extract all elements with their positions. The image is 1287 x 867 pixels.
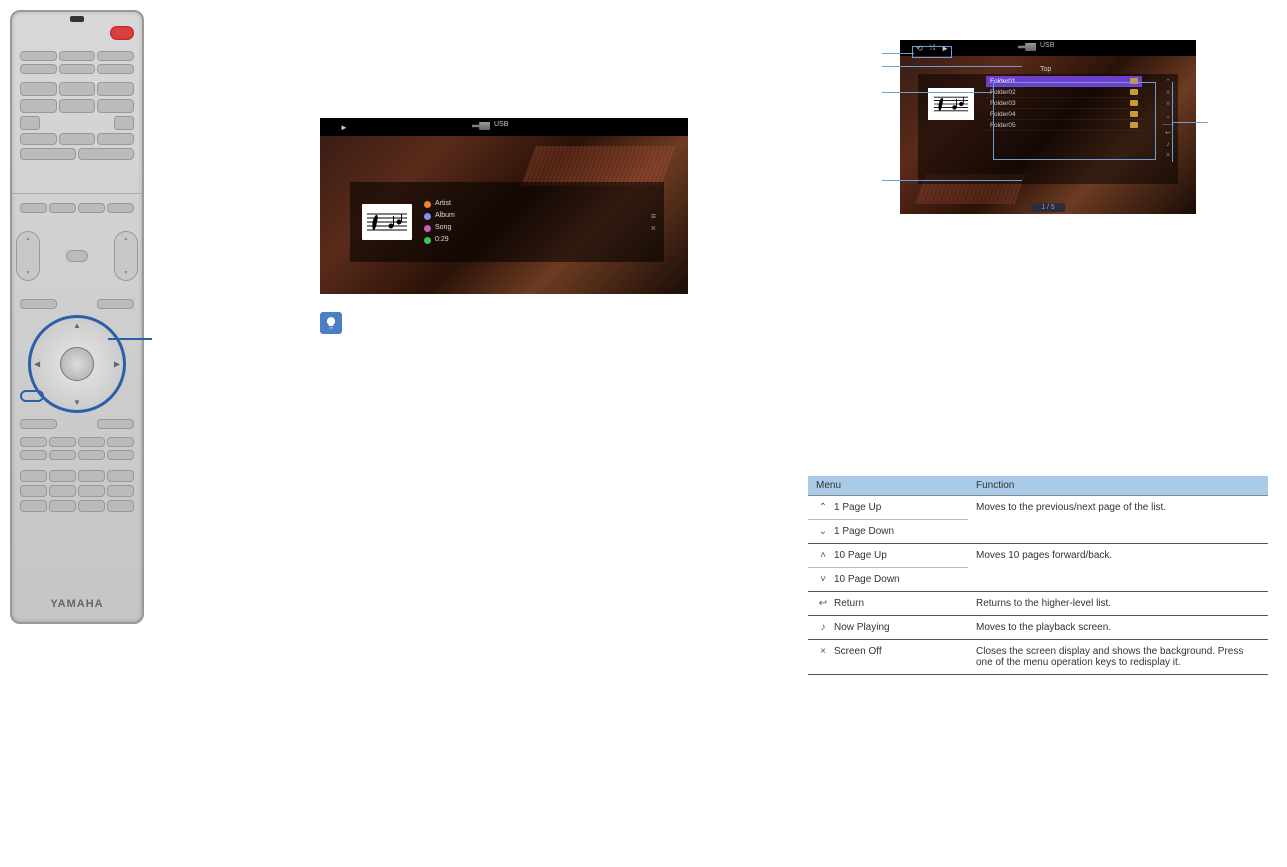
callout-line bbox=[1172, 122, 1208, 123]
menu-item-label: Screen Off bbox=[834, 646, 882, 657]
source-label: USB bbox=[494, 121, 508, 128]
menu-item-icon: ⌄ bbox=[816, 526, 830, 537]
panel-op-icons: ≡ × bbox=[651, 210, 656, 234]
menu-cell: × Screen Off bbox=[808, 640, 968, 675]
elapsed-time: 0:29 bbox=[435, 234, 449, 246]
menu-cell: ⌄ 1 Page Down bbox=[808, 520, 968, 544]
function-cell: Moves 10 pages forward/back. bbox=[968, 544, 1268, 592]
menu-cell: ˄ 10 Page Up bbox=[808, 544, 968, 568]
table-row: × Screen Off Closes the screen display and… bbox=[808, 640, 1268, 675]
menu-item-icon: ˅ bbox=[816, 574, 830, 585]
song-label: Song bbox=[435, 222, 451, 234]
ir-led bbox=[70, 16, 84, 22]
menu-cell: ♪ Now Playing bbox=[808, 616, 968, 640]
return-button-highlight bbox=[20, 390, 44, 402]
mute-button[interactable] bbox=[66, 250, 88, 262]
menu-cell: ˅ 10 Page Down bbox=[808, 568, 968, 592]
callout-line bbox=[882, 180, 1022, 181]
song-icon bbox=[424, 225, 431, 232]
now-playing-icon[interactable]: ♪ bbox=[1166, 141, 1170, 148]
cursor-left-icon: ◀ bbox=[34, 360, 40, 369]
table-row: ↩ Return Returns to the higher-level list. bbox=[808, 592, 1268, 616]
menu-icon[interactable]: ≡ bbox=[651, 210, 656, 222]
contents-list-callout-box bbox=[993, 82, 1156, 160]
menu-cell: ↩ Return bbox=[808, 592, 968, 616]
menu-item-icon: ˄ bbox=[816, 550, 830, 561]
remote-control: ▲ ▼ ◀ ▶ YAMAHA bbox=[10, 10, 144, 624]
list-name: Top bbox=[1040, 66, 1051, 73]
table-header-function: Function bbox=[968, 476, 1268, 496]
track-metadata: Artist Album Song 0:29 bbox=[424, 198, 455, 246]
power-button[interactable] bbox=[110, 26, 134, 40]
volume-rocker[interactable] bbox=[114, 231, 138, 281]
page-top-icon[interactable]: ⌃ bbox=[1165, 78, 1171, 86]
close-icon[interactable]: × bbox=[651, 222, 656, 234]
artist-label: Artist bbox=[435, 198, 451, 210]
cursor-up-icon: ▲ bbox=[73, 321, 81, 330]
menu-item-label: Return bbox=[834, 598, 864, 609]
return-icon[interactable]: ↩ bbox=[1165, 129, 1171, 137]
brand-logo: YAMAHA bbox=[12, 598, 142, 610]
remote-mid-section: ▲ ▼ ◀ ▶ bbox=[12, 194, 142, 521]
menu-cell: ⌃ 1 Page Up bbox=[808, 496, 968, 520]
function-cell: Moves to the previous/next page of the l… bbox=[968, 496, 1268, 544]
menu-item-icon: × bbox=[816, 646, 830, 657]
page-counter: 1 / 5 bbox=[1031, 203, 1065, 212]
status-icons-callout-box bbox=[912, 46, 952, 58]
table-row: ⌃1 Page UpMoves to the previous/next pag… bbox=[808, 496, 1268, 520]
menu-item-label: 1 Page Up bbox=[834, 502, 881, 513]
function-cell: Closes the screen display and shows the … bbox=[968, 640, 1268, 675]
music-score-icon bbox=[362, 204, 412, 240]
menu-item-label: 10 Page Down bbox=[834, 574, 900, 585]
tip-icon bbox=[320, 312, 342, 334]
return-button[interactable] bbox=[20, 419, 57, 429]
remote-top-section bbox=[12, 12, 142, 194]
album-icon bbox=[424, 213, 431, 220]
function-cell: Moves to the playback screen. bbox=[968, 616, 1268, 640]
cursor-down-icon: ▼ bbox=[73, 398, 81, 407]
page-bottom-icon[interactable]: ⌄ bbox=[1165, 112, 1171, 120]
album-label: Album bbox=[435, 210, 455, 222]
menu-item-icon: ↩ bbox=[816, 598, 830, 609]
menu-item-label: Now Playing bbox=[834, 622, 890, 633]
cursor-callout-line bbox=[108, 338, 152, 340]
play-status-icon: ► bbox=[340, 123, 348, 132]
table-row: ♪ Now Playing Moves to the playback screen… bbox=[808, 616, 1268, 640]
artist-icon bbox=[424, 201, 431, 208]
playback-screen: ► USB Artist Album Song 0:29 ≡ × bbox=[320, 118, 688, 294]
callout-line bbox=[882, 92, 992, 93]
close-icon[interactable]: × bbox=[1166, 152, 1170, 159]
menu-item-label: 1 Page Down bbox=[834, 526, 894, 537]
menu-item-icon: ♪ bbox=[816, 622, 830, 633]
scroll-up-icon[interactable]: ˄ bbox=[1166, 90, 1170, 97]
table-row: ˄10 Page UpMoves 10 pages forward/back. bbox=[808, 544, 1268, 568]
function-cell: Returns to the higher-level list. bbox=[968, 592, 1268, 616]
menu-item-icon: ⌃ bbox=[816, 502, 830, 513]
now-playing-panel: Artist Album Song 0:29 ≡ × bbox=[350, 182, 664, 262]
time-icon bbox=[424, 237, 431, 244]
enter-button[interactable] bbox=[60, 347, 94, 381]
operation-menu-table: Menu Function ⌃ 1 Page Up Moves to the pre… bbox=[808, 476, 1268, 675]
callout-line bbox=[882, 53, 914, 54]
menu-item-label: 10 Page Up bbox=[834, 550, 887, 561]
cursor-right-icon: ▶ bbox=[114, 360, 120, 369]
scroll-down-icon[interactable]: ˅ bbox=[1166, 101, 1170, 108]
callout-line bbox=[882, 66, 1022, 67]
program-rocker[interactable] bbox=[16, 231, 40, 281]
table-header-menu: Menu bbox=[808, 476, 968, 496]
source-label: USB bbox=[1040, 42, 1054, 49]
